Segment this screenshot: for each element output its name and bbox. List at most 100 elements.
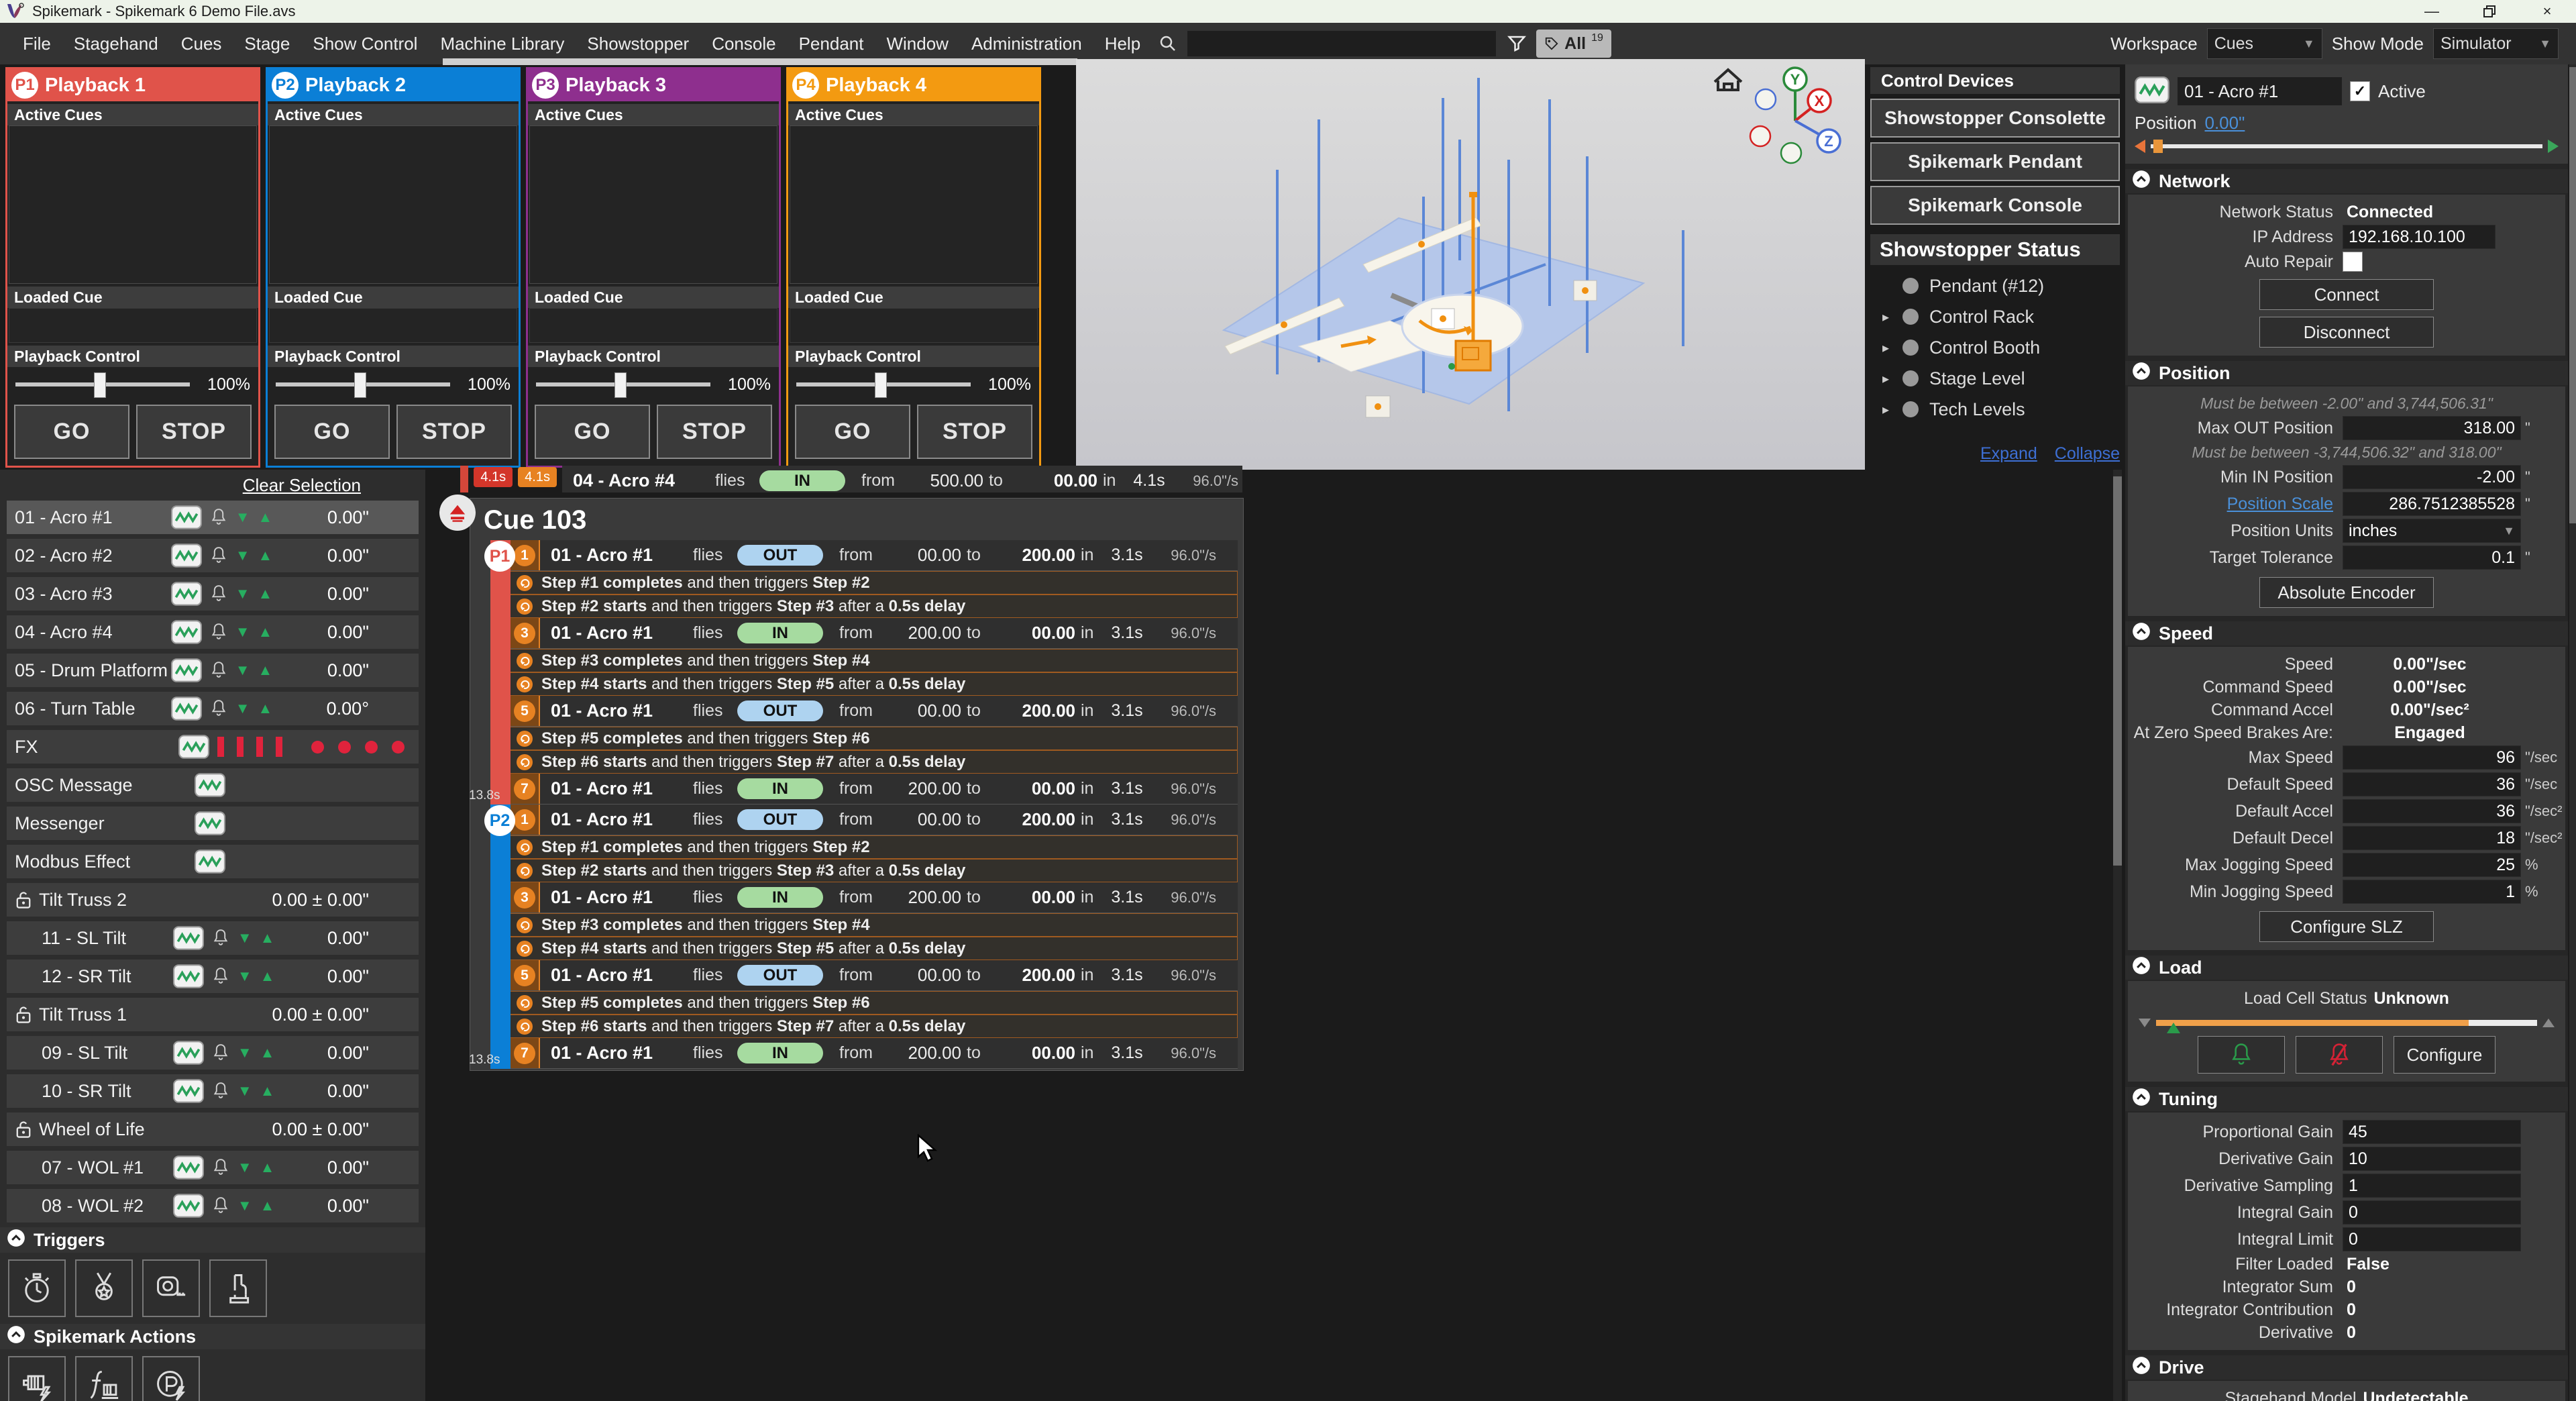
close-button[interactable]: ×: [2518, 0, 2576, 23]
previous-cue-step-row[interactable]: 04 - Acro #4fliesINfrom500.00to00.00in4.…: [562, 466, 1242, 492]
axis-row-05-drum-platform[interactable]: 05 - Drum Platform▼▲0.00": [7, 654, 419, 687]
cue-step-row[interactable]: 301 - Acro #1fliesINfrom200.00to00.00in3…: [511, 882, 1238, 913]
proportional-gain-field[interactable]: 45: [2343, 1120, 2521, 1144]
jog-out-arrow-icon[interactable]: [2548, 140, 2559, 153]
derivative-gain-field[interactable]: 10: [2343, 1147, 2521, 1171]
axis-row-02-acro-2[interactable]: 02 - Acro #2▼▲0.00": [7, 539, 419, 572]
filter-all-badge[interactable]: All 19: [1536, 30, 1611, 58]
playback-speed-slider[interactable]: [276, 382, 450, 386]
spikemark-actions-section-header[interactable]: Spikemark Actions: [0, 1324, 425, 1349]
playback-header-p2[interactable]: P2Playback 2: [268, 69, 519, 101]
loaded-cue-box[interactable]: [269, 308, 517, 343]
jog-up-icon[interactable]: ▲: [260, 1160, 275, 1175]
axis-row-10-sr-tilt[interactable]: 10 - SR Tilt▼▲0.00": [7, 1074, 419, 1108]
step-link-row[interactable]: Step #6 starts and then triggers Step #7…: [511, 1015, 1238, 1038]
loaded-cue-box[interactable]: [529, 308, 777, 343]
integral-gain-field[interactable]: 0: [2343, 1200, 2521, 1225]
active-cues-list[interactable]: [790, 125, 1038, 284]
jog-down-icon[interactable]: ▼: [237, 969, 252, 984]
step-link-row[interactable]: Step #3 completes and then triggers Step…: [511, 913, 1238, 937]
expand-arrow-icon[interactable]: ▸: [1882, 370, 1902, 387]
search-icon[interactable]: [1158, 34, 1178, 54]
restore-button[interactable]: [2461, 0, 2518, 23]
jog-down-icon[interactable]: ▼: [237, 1045, 252, 1060]
step-link-row[interactable]: Step #3 completes and then triggers Step…: [511, 649, 1238, 672]
playback-speed-slider[interactable]: [536, 382, 710, 386]
step-link-row[interactable]: Step #1 completes and then triggers Step…: [511, 571, 1238, 594]
jog-up-icon[interactable]: ▲: [260, 1084, 275, 1098]
target-tolerance-field[interactable]: 0.1: [2343, 546, 2521, 570]
max-jogging-speed-field[interactable]: 25: [2343, 853, 2521, 877]
triggers-section-header[interactable]: Triggers: [0, 1227, 425, 1253]
menu-item-window[interactable]: Window: [886, 34, 948, 54]
network-section-header[interactable]: Network: [2125, 169, 2568, 193]
slider-thumb[interactable]: [614, 372, 627, 398]
jog-down-icon[interactable]: ▼: [235, 625, 250, 639]
loaded-cue-box[interactable]: [9, 308, 257, 343]
load-alarm-on-button[interactable]: [2198, 1036, 2285, 1074]
search-input[interactable]: [1187, 31, 1496, 56]
workspace-select[interactable]: Cues▼: [2207, 28, 2322, 59]
position-slider-thumb[interactable]: [2153, 140, 2163, 153]
status-item-control-booth[interactable]: ▸Control Booth: [1882, 332, 2125, 363]
jog-up-icon[interactable]: ▲: [260, 931, 275, 945]
menu-item-help[interactable]: Help: [1105, 34, 1140, 54]
expand-arrow-icon[interactable]: ▸: [1882, 340, 1902, 356]
axis-row-04-acro-4[interactable]: 04 - Acro #4▼▲0.00": [7, 615, 419, 649]
jog-down-icon[interactable]: ▼: [237, 1160, 252, 1175]
active-cues-list[interactable]: [269, 125, 517, 284]
load-section-header[interactable]: Load: [2125, 955, 2568, 980]
axis-row-09-sl-tilt[interactable]: 09 - SL Tilt▼▲0.00": [7, 1036, 419, 1070]
axis-row-wheel-of-life[interactable]: Wheel of Life0.00 ± 0.00": [7, 1112, 419, 1146]
jog-up-icon[interactable]: ▲: [260, 1045, 275, 1060]
jog-up-icon[interactable]: ▲: [258, 586, 273, 601]
trigger-button-stopwatch-trigger[interactable]: [8, 1259, 66, 1317]
slider-thumb[interactable]: [94, 372, 106, 398]
active-checkbox[interactable]: ✓: [2350, 81, 2370, 101]
disconnect-button[interactable]: Disconnect: [2259, 317, 2434, 348]
axis-row-06-turn-table[interactable]: 06 - Turn Table▼▲0.00°: [7, 692, 419, 725]
filter-icon[interactable]: [1507, 34, 1527, 54]
playback-speed-slider[interactable]: [796, 382, 971, 386]
menu-item-file[interactable]: File: [23, 34, 51, 54]
home-icon[interactable]: [1715, 70, 1741, 90]
jog-in-arrow-icon[interactable]: [2135, 140, 2145, 153]
loaded-cue-box[interactable]: [790, 308, 1038, 343]
playback-header-p3[interactable]: P3Playback 3: [528, 69, 779, 101]
status-item-tech-levels[interactable]: ▸Tech Levels: [1882, 394, 2125, 425]
jog-down-icon[interactable]: ▼: [235, 510, 250, 525]
step-link-row[interactable]: Step #6 starts and then triggers Step #7…: [511, 750, 1238, 774]
axis-row-12-sr-tilt[interactable]: 12 - SR Tilt▼▲0.00": [7, 959, 419, 993]
axis-row-11-sl-tilt[interactable]: 11 - SL Tilt▼▲0.00": [7, 921, 419, 955]
position-scale-field[interactable]: 286.7512385528: [2343, 492, 2521, 516]
ip-address-field[interactable]: 192.168.10.100: [2343, 225, 2496, 249]
menu-item-cues[interactable]: Cues: [181, 34, 222, 54]
stop-button-p4[interactable]: STOP: [917, 405, 1032, 459]
position-value-link[interactable]: 0.00": [2205, 113, 2245, 134]
go-button-p1[interactable]: GO: [14, 405, 129, 459]
action-button-fx-motor-action[interactable]: [75, 1356, 133, 1401]
trigger-button-tape-measure-trigger[interactable]: [142, 1259, 200, 1317]
step-link-row[interactable]: Step #5 completes and then triggers Step…: [511, 727, 1238, 750]
position-slider[interactable]: [2151, 144, 2542, 148]
load-alarm-off-button[interactable]: [2296, 1036, 2383, 1074]
default-decel-field[interactable]: 18: [2343, 826, 2521, 850]
min-jogging-speed-field[interactable]: 1: [2343, 880, 2521, 904]
device-button-spikemark-console[interactable]: Spikemark Console: [1870, 186, 2120, 225]
jog-down-icon[interactable]: ▼: [235, 548, 250, 563]
cue-step-row[interactable]: 101 - Acro #1fliesOUTfrom00.00to200.00in…: [511, 540, 1238, 571]
trigger-button-medal-trigger[interactable]: [75, 1259, 133, 1317]
axis-row-03-acro-3[interactable]: 03 - Acro #3▼▲0.00": [7, 577, 419, 611]
jog-down-icon[interactable]: ▼: [237, 931, 252, 945]
axis-row-tilt-truss-1[interactable]: Tilt Truss 10.00 ± 0.00": [7, 998, 419, 1031]
previous-cue-partial-row[interactable]: 4.1s 4.1s 04 - Acro #4fliesINfrom500.00t…: [460, 466, 1242, 492]
axis-row-modbus-effect[interactable]: Modbus Effect: [7, 845, 419, 878]
orientation-gizmo[interactable]: Y X Z: [1750, 68, 1840, 163]
cue-step-row[interactable]: 501 - Acro #1fliesOUTfrom00.00to200.00in…: [511, 696, 1238, 727]
inspector-scrollbar[interactable]: [2569, 64, 2576, 1401]
connect-button[interactable]: Connect: [2259, 279, 2434, 310]
axis-row-fx[interactable]: FX: [7, 730, 419, 764]
configure-slz-button[interactable]: Configure SLZ: [2259, 911, 2434, 942]
jog-up-icon[interactable]: ▲: [258, 625, 273, 639]
jog-up-icon[interactable]: ▲: [258, 663, 273, 678]
